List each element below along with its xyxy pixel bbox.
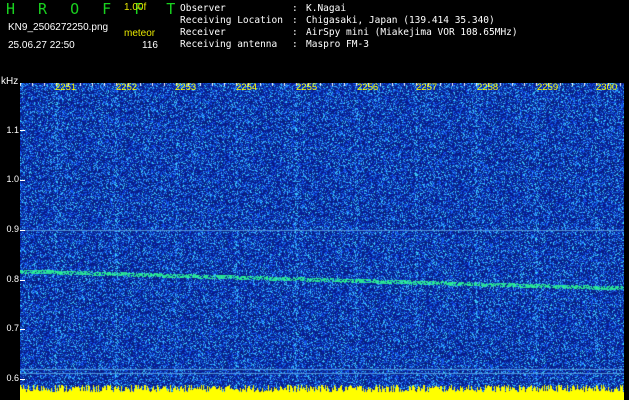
station-info: Observer: K.Nagai Receiving Location: Chig… [180,3,518,51]
x-tick-label: 2255 [296,82,318,93]
x-tick-label: 2257 [416,82,438,93]
mode-label: meteor [124,28,156,39]
x-tick-label: 2253 [175,82,197,93]
app-title: H R O F F T [6,0,183,18]
y-tick [20,130,25,131]
info-value: K.Nagai [306,3,347,14]
y-tick-label: 1.0 [6,174,19,184]
info-key: Receiver [180,27,226,38]
info-key: Receiving antenna [180,39,278,50]
info-key: Observer [180,3,226,14]
spectrogram-plot[interactable] [20,83,624,400]
info-row-observer: Observer: K.Nagai [180,3,347,14]
detection-count: 116 [142,40,158,51]
version-label: 1.00f [124,2,147,13]
info-value: Chigasaki, Japan (139.414 35.340) [306,15,495,26]
x-tick-label: 2300 [596,82,618,93]
waterfall-canvas[interactable] [20,83,624,400]
y-tick [20,180,25,181]
info-row-receiver: Receiver: AirSpy mini (Miakejima VOR 108.… [180,27,518,38]
x-tick-label: 2254 [236,82,258,93]
y-tick-label: 1.1 [6,125,19,135]
info-row-antenna: Receiving antenna: Maspro FM-3 [180,39,369,50]
y-tick-label: 0.8 [6,274,19,284]
x-tick-label: 2258 [477,82,499,93]
x-tick-label: 2251 [55,82,77,93]
info-value: AirSpy mini (Miakejima VOR 108.65MHz) [306,27,518,38]
file-name: KN9_2506272250.png [8,22,109,33]
frequency-unit: kHz [1,76,19,87]
y-tick [20,379,25,380]
info-key: Receiving Location [180,15,283,26]
y-tick [20,329,25,330]
y-tick-label: 0.9 [6,224,19,234]
info-row-location: Receiving Location: Chigasaki, Japan (139… [180,15,495,26]
header-panel: H R O F F T 1.00f KN9_2506272250.png met… [0,0,629,76]
info-value: Maspro FM-3 [306,39,369,50]
y-tick-label: 0.7 [6,323,19,333]
x-tick-label: 2252 [116,82,138,93]
y-tick [20,280,25,281]
timestamp: 25.06.27 22:50 [8,40,75,51]
x-tick-label: 2256 [357,82,379,93]
y-tick-label: 0.6 [6,373,19,383]
y-tick [20,230,25,231]
x-tick-label: 2259 [537,82,559,93]
